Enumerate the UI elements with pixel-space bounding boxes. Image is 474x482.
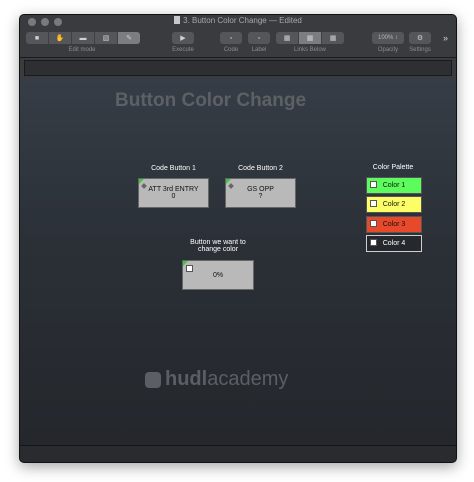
canvas: Button Color Change Code Button 1 ATT 3r… bbox=[20, 78, 456, 445]
color-4-button[interactable]: Color 4 bbox=[366, 235, 422, 252]
code-button-1-count: 0 bbox=[171, 193, 176, 200]
pencil-icon[interactable]: ✎ bbox=[118, 32, 140, 44]
color-1-checkbox[interactable] bbox=[370, 181, 377, 188]
links-below-label: Links Below bbox=[293, 47, 326, 53]
color-2-button[interactable]: Color 2 bbox=[366, 196, 422, 213]
label-label: Label bbox=[251, 47, 267, 53]
color-1-button[interactable]: Color 1 bbox=[366, 177, 422, 194]
toolbar: ■ ✋ ▬ ▧ ✎ Edit mode ▶ Execute ▫ Code ▫ L… bbox=[20, 29, 456, 58]
code-button-2-label: Code Button 2 bbox=[238, 165, 283, 172]
document-icon bbox=[174, 16, 181, 24]
status-bar bbox=[20, 445, 456, 462]
pointer-icon[interactable]: ✋ bbox=[49, 32, 72, 44]
links-icon-3[interactable]: ▦ bbox=[322, 32, 344, 44]
code-button-2-count: ? bbox=[258, 193, 263, 200]
color-2-checkbox[interactable] bbox=[370, 200, 377, 207]
input-bar bbox=[20, 58, 456, 78]
code-label: Code bbox=[223, 47, 239, 53]
window-title: 3. Button Color Change — Edited bbox=[20, 16, 456, 25]
opacity-label: Opacity bbox=[377, 47, 399, 53]
video-icon[interactable]: ■ bbox=[26, 32, 49, 44]
label-icon[interactable]: ▫ bbox=[248, 32, 270, 44]
code-input[interactable] bbox=[24, 60, 452, 76]
target-checkbox[interactable] bbox=[186, 265, 193, 272]
execute-label: Execute bbox=[172, 47, 194, 53]
target-button-value: 0% bbox=[212, 271, 224, 279]
code-button-2-text: GS OPP bbox=[247, 186, 274, 193]
bar-chart-icon[interactable]: ▧ bbox=[95, 32, 118, 44]
color-3-checkbox[interactable] bbox=[370, 220, 377, 227]
execute-icon[interactable]: ▶ bbox=[172, 32, 194, 44]
code-button-1-text: ATT 3rd ENTRY bbox=[148, 186, 199, 193]
edit-mode-label: Edit mode bbox=[68, 47, 96, 53]
links-icon-1[interactable]: ▦ bbox=[276, 32, 299, 44]
timeline-icon[interactable]: ▬ bbox=[72, 32, 95, 44]
links-icon-2[interactable]: ▦ bbox=[299, 32, 322, 44]
code-group: ▫ bbox=[220, 32, 242, 44]
code-button-2[interactable]: GS OPP ? bbox=[225, 178, 296, 208]
color-4-checkbox[interactable] bbox=[370, 239, 377, 246]
color-palette-label: Color Palette bbox=[372, 164, 414, 171]
target-button-label: Button we want to change color bbox=[190, 239, 246, 253]
settings-group: ⚙ bbox=[409, 32, 431, 44]
page-title: Button Color Change bbox=[115, 90, 307, 111]
settings-label: Settings bbox=[409, 47, 431, 53]
app-window: 3. Button Color Change — Edited ■ ✋ ▬ ▧ … bbox=[19, 14, 457, 463]
edit-mode-group: ■ ✋ ▬ ▧ ✎ bbox=[26, 32, 140, 44]
title-bar: 3. Button Color Change — Edited bbox=[20, 15, 456, 29]
code-button-1-label: Code Button 1 bbox=[151, 165, 196, 172]
hudl-academy-logo: hudl academy bbox=[145, 368, 288, 391]
links-below-group: ▦ ▦ ▦ bbox=[276, 32, 344, 44]
hudl-logo-icon bbox=[145, 371, 161, 388]
target-button[interactable]: 0% bbox=[182, 260, 254, 290]
label-group: ▫ bbox=[248, 32, 270, 44]
opacity-stepper[interactable]: 100% ↕ bbox=[372, 32, 404, 44]
more-icon[interactable]: » bbox=[443, 33, 448, 43]
code-icon[interactable]: ▫ bbox=[220, 32, 242, 44]
code-button-1[interactable]: ATT 3rd ENTRY 0 bbox=[138, 178, 209, 208]
color-3-button[interactable]: Color 3 bbox=[366, 216, 422, 233]
gear-icon[interactable]: ⚙ bbox=[409, 32, 431, 44]
execute-group: ▶ bbox=[172, 32, 194, 44]
